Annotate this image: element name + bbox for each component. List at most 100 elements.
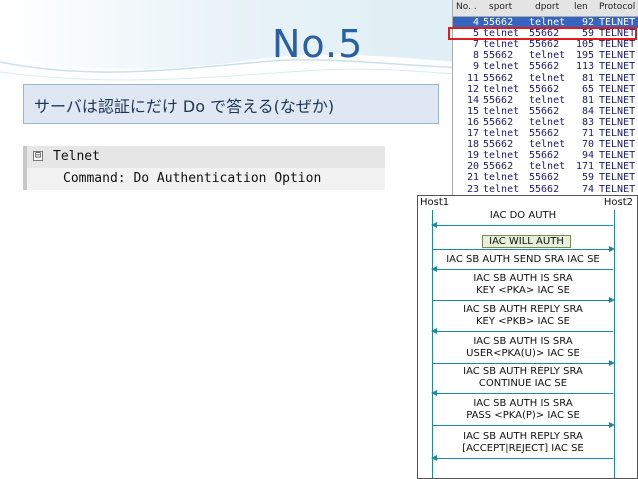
packet-cell-sport: telnet — [483, 105, 520, 117]
message-label: IAC DO AUTH — [489, 210, 557, 221]
packet-cell-proto: TELNET — [599, 172, 636, 184]
packet-cell-sport: 55662 — [483, 116, 514, 128]
packet-cell-no: 17 — [466, 128, 479, 139]
message-label: IAC SB AUTH REPLY SRA CONTINUE IAC SE — [463, 366, 583, 389]
message-label: IAC SB AUTH IS SRA USER<PKA(U)> IAC SE — [466, 336, 580, 359]
message-label: IAC SB AUTH REPLY SRA KEY <PKB> IAC SE — [463, 304, 583, 327]
tree-command-label: Command: Do Authentication Option — [63, 171, 322, 186]
packet-cell-no: 18 — [466, 139, 479, 151]
packet-cell-sport: 55662 — [483, 161, 514, 173]
packet-row[interactable]: 15 telnet 55662 84 TELNET — [453, 106, 638, 117]
packet-row[interactable]: 18 55662 telnet 70 TELNET — [453, 139, 638, 150]
packet-cell-no: 14 — [466, 94, 479, 106]
packet-cell-no: 9 — [472, 61, 479, 73]
packet-row[interactable]: 17 telnet 55662 71 TELNET — [453, 128, 638, 139]
packet-cell-sport: telnet — [483, 128, 520, 139]
packet-row[interactable]: 14 55662 telnet 81 TELNET — [453, 95, 638, 106]
packet-cell-len: 71 — [581, 128, 594, 139]
packet-cell-sport: telnet — [483, 150, 520, 162]
arrow-to-host1 — [431, 222, 613, 228]
subtitle-box: サーバは認証にだけ Do で答える(なぜか) — [23, 84, 439, 124]
packet-row[interactable]: 23 telnet 55662 74 TELNET — [453, 184, 638, 195]
packet-cell-dport: 55662 — [529, 172, 560, 184]
packet-row[interactable]: 7 telnet 55662 105 TELNET — [453, 39, 638, 50]
col-header-no[interactable]: No. . — [456, 2, 477, 12]
packet-cell-proto: TELNET — [599, 150, 636, 162]
packet-cell-proto: TELNET — [599, 183, 636, 195]
packet-row[interactable]: 21 telnet 55662 59 TELNET — [453, 172, 638, 183]
packet-cell-proto: TELNET — [599, 161, 636, 173]
col-header-len[interactable]: len — [574, 2, 588, 12]
packet-cell-dport: telnet — [529, 50, 566, 62]
packet-row[interactable]: 19 telnet 55662 94 TELNET — [453, 150, 638, 161]
packet-cell-dport: 55662 — [529, 150, 560, 162]
arrow-to-host2 — [433, 422, 615, 428]
packet-cell-sport: telnet — [483, 39, 520, 51]
packet-cell-len: 83 — [581, 116, 594, 128]
host1-label: Host1 — [420, 197, 450, 208]
packet-row[interactable]: 12 telnet 55662 65 TELNET — [453, 84, 638, 95]
packet-cell-no: 8 — [472, 50, 479, 62]
tree-protocol-label: Telnet — [53, 149, 100, 164]
packet-cell-sport: 55662 — [483, 50, 514, 62]
packet-cell-len: 113 — [575, 61, 594, 73]
arrow-to-host1 — [431, 266, 613, 272]
packet-cell-sport: 55662 — [483, 139, 514, 151]
packet-cell-dport: 55662 — [529, 61, 560, 73]
packet-row[interactable]: 11 55662 telnet 81 TELNET — [453, 73, 638, 84]
slide-title: No.5 — [272, 22, 364, 66]
packet-cell-proto: TELNET — [599, 139, 636, 151]
packet-row[interactable]: 16 55662 telnet 83 TELNET — [453, 117, 638, 128]
packet-cell-dport: 55662 — [529, 183, 560, 195]
packet-cell-len: 65 — [581, 83, 594, 95]
packet-cell-len: 171 — [575, 161, 594, 173]
packet-cell-dport: 55662 — [529, 83, 560, 95]
arrow-to-host1 — [431, 455, 613, 461]
packet-cell-no: 20 — [466, 161, 479, 173]
packet-cell-len: 59 — [581, 172, 594, 184]
packet-cell-sport: 55662 — [483, 72, 514, 84]
packet-cell-sport: telnet — [483, 183, 520, 195]
packet-cell-proto: TELNET — [599, 61, 636, 73]
col-header-sport[interactable]: sport — [489, 2, 512, 12]
col-header-protocol[interactable]: Protocol — [599, 2, 635, 12]
packet-cell-len: 70 — [581, 139, 594, 151]
packet-cell-dport: telnet — [529, 94, 566, 106]
packet-cell-proto: TELNET — [599, 50, 636, 62]
highlight-box — [448, 27, 637, 40]
sequence-diagram: Host1 Host2 IAC DO AUTH IAC WILL AUTH IAC … — [417, 195, 638, 479]
arrow-to-host2 — [433, 297, 615, 303]
packet-row[interactable]: 8 55662 telnet 195 TELNET — [453, 50, 638, 61]
packet-cell-dport: 55662 — [529, 105, 560, 117]
packet-cell-no: 21 — [466, 172, 479, 184]
message-label: IAC SB AUTH IS SRA PASS <PKA(P)> IAC SE — [466, 398, 580, 421]
packet-cell-proto: TELNET — [599, 94, 636, 106]
packet-cell-proto: TELNET — [599, 116, 636, 128]
message-label: IAC SB AUTH IS SRA KEY <PKA> IAC SE — [473, 273, 573, 296]
collapse-icon[interactable]: ⊟ — [33, 151, 43, 161]
tree-gutter — [23, 146, 27, 190]
message-label: IAC SB AUTH SEND SRA IAC SE — [446, 254, 600, 265]
packet-cell-dport: telnet — [529, 139, 566, 151]
packet-cell-len: 94 — [581, 150, 594, 162]
packet-cell-dport: 55662 — [529, 128, 560, 139]
packet-cell-sport: 55662 — [483, 94, 514, 106]
packet-cell-len: 81 — [581, 72, 594, 84]
subtitle-text: サーバは認証にだけ Do で答える(なぜか) — [34, 97, 335, 116]
message-label: IAC SB AUTH REPLY SRA [ACCEPT|REJECT] IA… — [462, 431, 584, 454]
packet-cell-sport: telnet — [483, 61, 520, 73]
col-header-dport[interactable]: dport — [535, 2, 559, 12]
arrow-to-host1 — [431, 328, 613, 334]
packet-row[interactable]: 20 55662 telnet 171 TELNET — [453, 161, 638, 172]
packet-cell-no: 12 — [466, 83, 479, 95]
packet-cell-dport: telnet — [529, 116, 566, 128]
packet-cell-no: 11 — [466, 72, 479, 84]
packet-cell-no: 15 — [466, 105, 479, 117]
arrow-to-host1 — [431, 390, 613, 396]
packet-cell-proto: TELNET — [599, 72, 636, 84]
packet-cell-no: 23 — [466, 183, 479, 195]
packet-cell-no: 16 — [466, 116, 479, 128]
packet-cell-proto: TELNET — [599, 128, 636, 139]
packet-cell-no: 19 — [466, 150, 479, 162]
packet-row[interactable]: 9 telnet 55662 113 TELNET — [453, 61, 638, 72]
